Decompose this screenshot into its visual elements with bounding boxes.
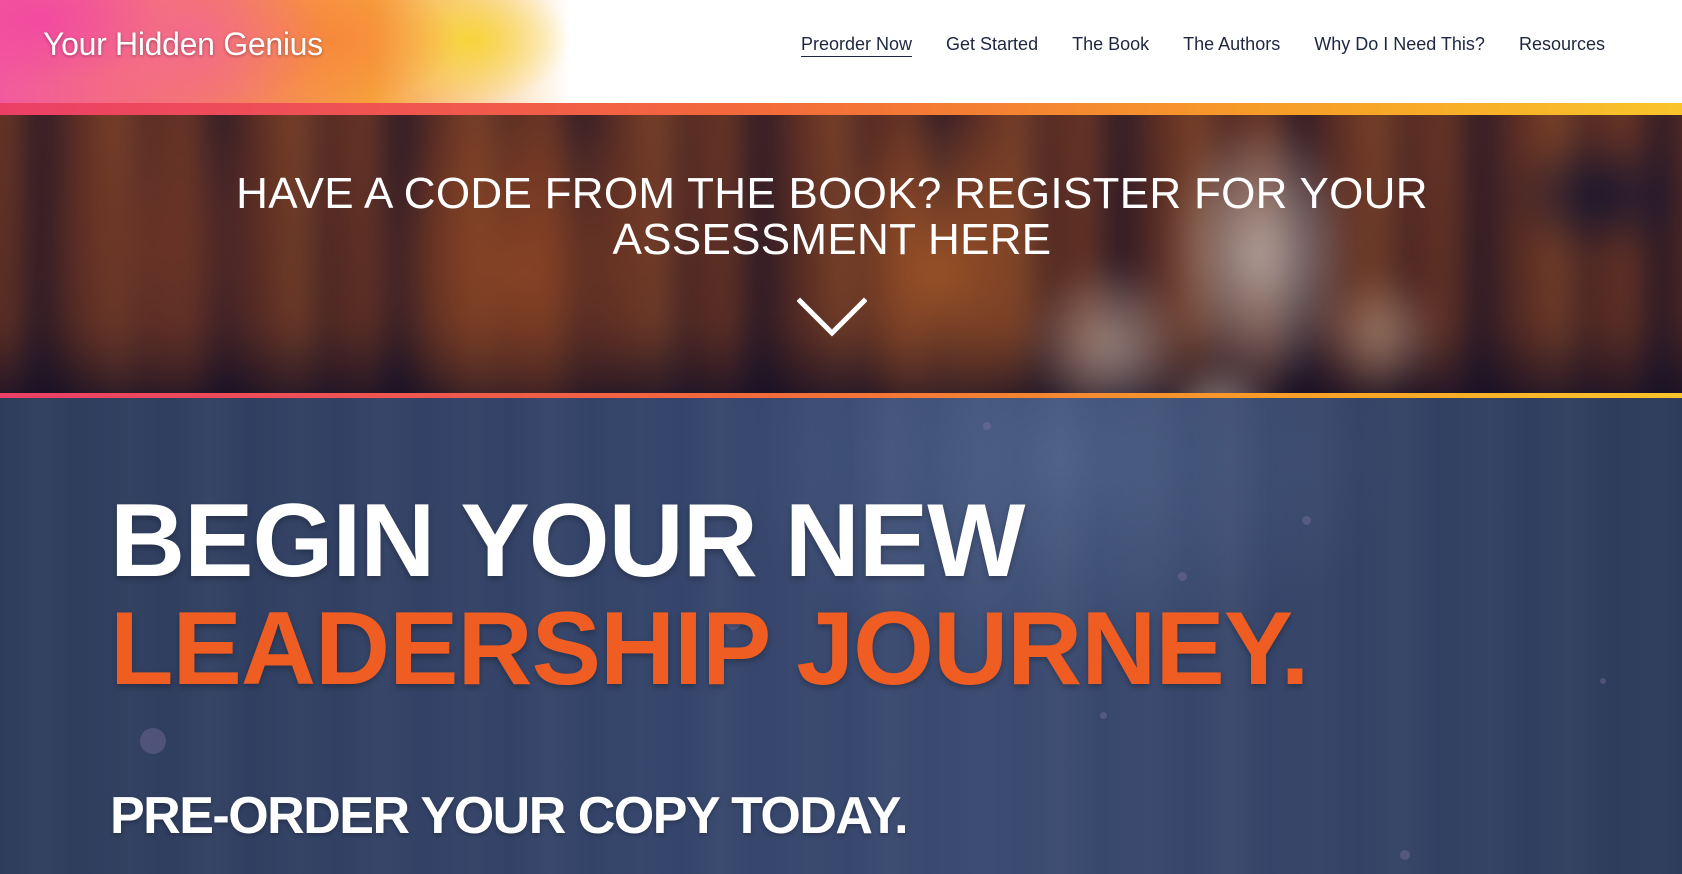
bokeh-dot: [1178, 572, 1187, 581]
bokeh-dot: [1400, 850, 1410, 860]
nav-item-label: Why Do I Need This?: [1314, 34, 1485, 54]
nav-item-resources[interactable]: Resources: [1502, 34, 1622, 55]
hero-section: BEGIN YOUR NEW LEADERSHIP JOURNEY. PRE-O…: [0, 398, 1682, 874]
hero-heading-line1: BEGIN YOUR NEW: [110, 483, 1025, 599]
banner-heading-line1: HAVE A CODE FROM THE BOOK? REGISTER FOR …: [236, 169, 1428, 218]
nav-item-preorder-now[interactable]: Preorder Now: [784, 34, 929, 57]
site-logo[interactable]: Your Hidden Genius: [43, 26, 323, 63]
register-assessment-link[interactable]: HAVE A CODE FROM THE BOOK? REGISTER FOR …: [0, 171, 1664, 263]
preorder-subheading: PRE-ORDER YOUR COPY TODAY.: [110, 787, 909, 845]
bokeh-dot: [1302, 516, 1311, 525]
nav-item-get-started[interactable]: Get Started: [929, 34, 1055, 55]
chevron-down-icon[interactable]: [797, 297, 867, 339]
nav-item-label: The Authors: [1183, 34, 1281, 54]
nav-item-the-book[interactable]: The Book: [1055, 34, 1166, 55]
nav-item-label: The Book: [1072, 34, 1150, 54]
nav-item-label: Get Started: [946, 34, 1039, 54]
header-accent-bar: [0, 103, 1682, 115]
bokeh-dot: [1600, 678, 1606, 684]
main-nav: Preorder Now Get Started The Book The Au…: [784, 34, 1622, 57]
bokeh-dot: [983, 422, 991, 430]
nav-item-label: Resources: [1518, 34, 1605, 54]
nav-item-label: Preorder Now: [800, 34, 913, 57]
bokeh-dot: [140, 728, 166, 754]
site-header: Your Hidden Genius Preorder Now Get Star…: [0, 0, 1682, 103]
nav-item-why-do-i-need-this[interactable]: Why Do I Need This?: [1297, 34, 1502, 55]
hero-heading-line2: LEADERSHIP JOURNEY.: [110, 591, 1309, 707]
bokeh-dot: [1100, 712, 1107, 719]
assessment-banner: HAVE A CODE FROM THE BOOK? REGISTER FOR …: [0, 115, 1682, 393]
nav-item-the-authors[interactable]: The Authors: [1166, 34, 1297, 55]
banner-heading-line2: ASSESSMENT HERE: [612, 215, 1052, 264]
